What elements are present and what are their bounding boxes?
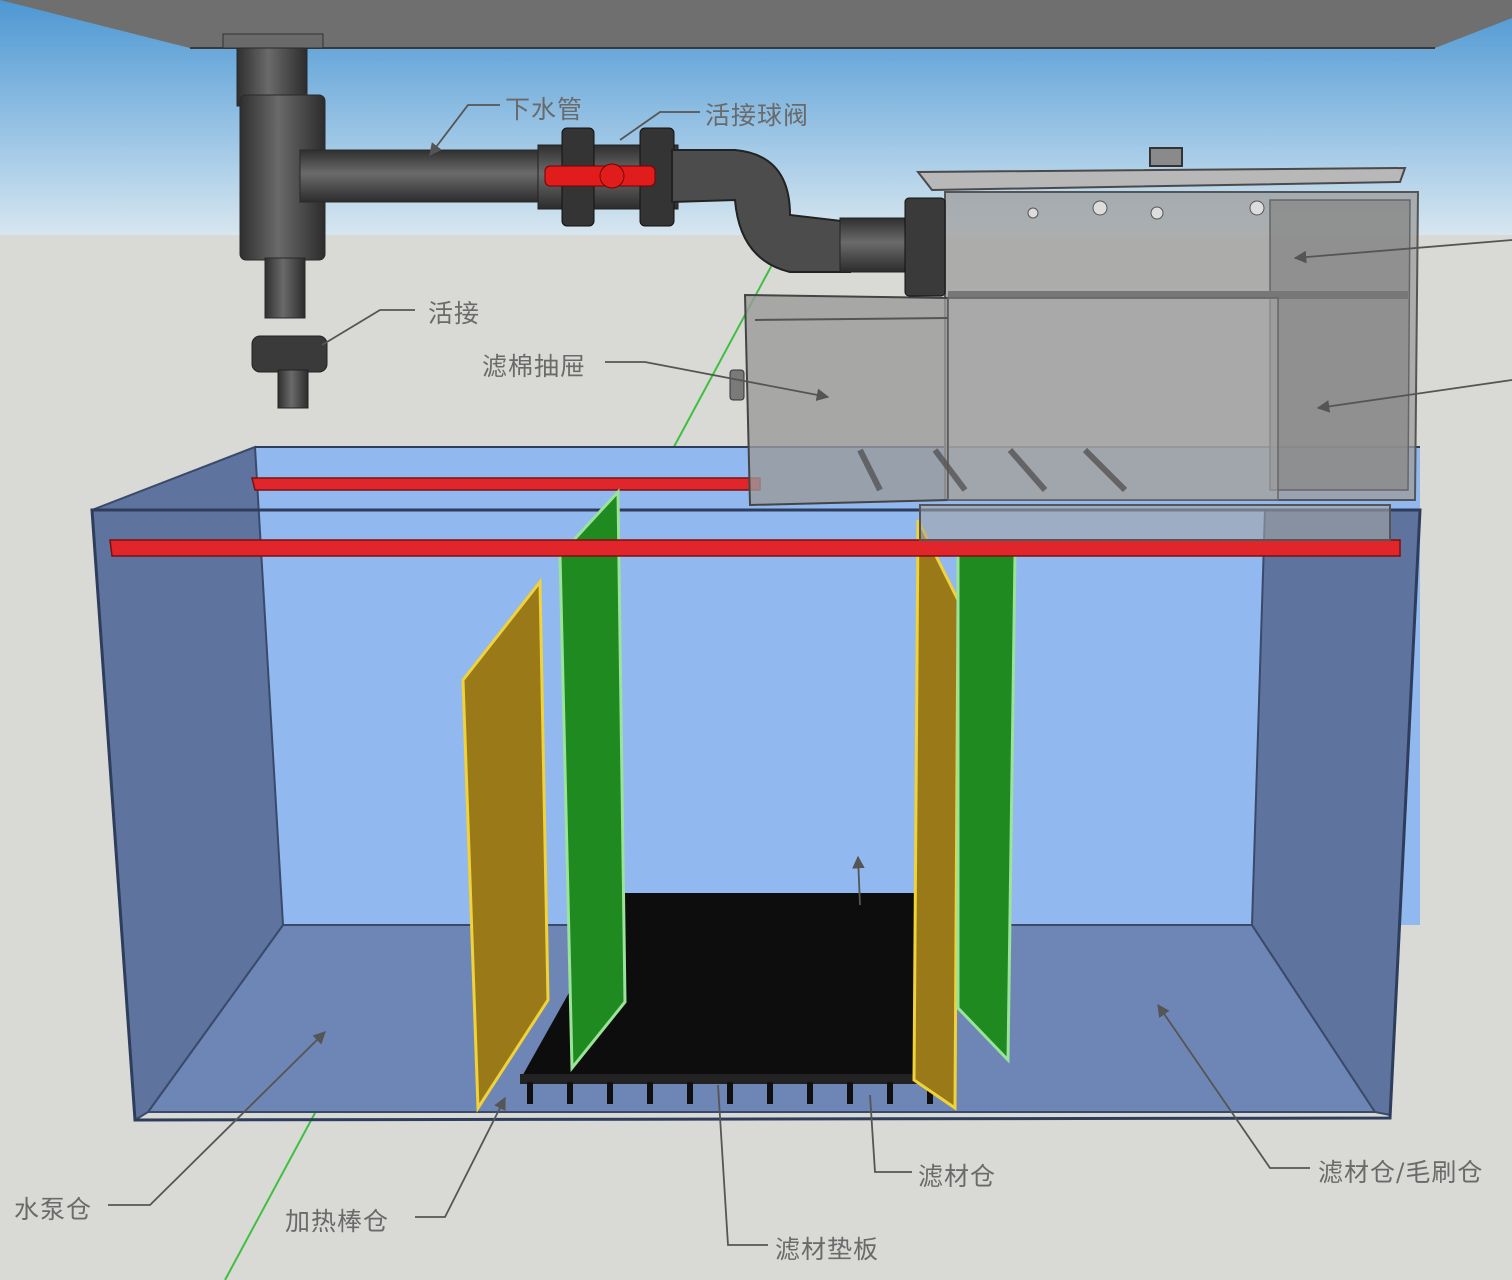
sump-diagram: 下水管 活接球阀 活接 滤棉抽屉 水泵仓 加热棒仓 滤材仓 滤材垫板 滤材仓/毛…: [0, 0, 1512, 1280]
tray-base: [919, 504, 1391, 541]
tray-inlet: [904, 197, 946, 297]
label-union: 活接: [428, 299, 481, 328]
sump-scene: [0, 0, 1512, 1280]
green-baffle-left: [558, 488, 627, 1073]
label-media-chamber: 滤材仓: [918, 1162, 997, 1191]
label-sponge-drawer: 滤棉抽屉: [482, 352, 587, 381]
drawer-handle: [729, 369, 745, 401]
label-pump-chamber: 水泵仓: [14, 1195, 93, 1224]
drain-pipe: [299, 149, 551, 203]
label-media-plate: 滤材垫板: [775, 1235, 880, 1264]
label-union-ball-valve: 活接球阀: [705, 101, 810, 130]
label-drain-pipe: 下水管: [505, 95, 584, 124]
label-heater-chamber: 加热棒仓: [285, 1207, 390, 1236]
label-media-brush-chamber: 滤材仓/毛刷仓: [1318, 1158, 1484, 1187]
union-fitting: [251, 335, 328, 373]
red-bar-front: [109, 539, 1401, 557]
green-baffle-right: [956, 553, 1017, 1064]
brown-baffle-right: [912, 519, 960, 1111]
red-bar-back: [251, 477, 761, 491]
lid-knob: [1149, 147, 1183, 167]
sponge-drawer: [729, 293, 1279, 507]
